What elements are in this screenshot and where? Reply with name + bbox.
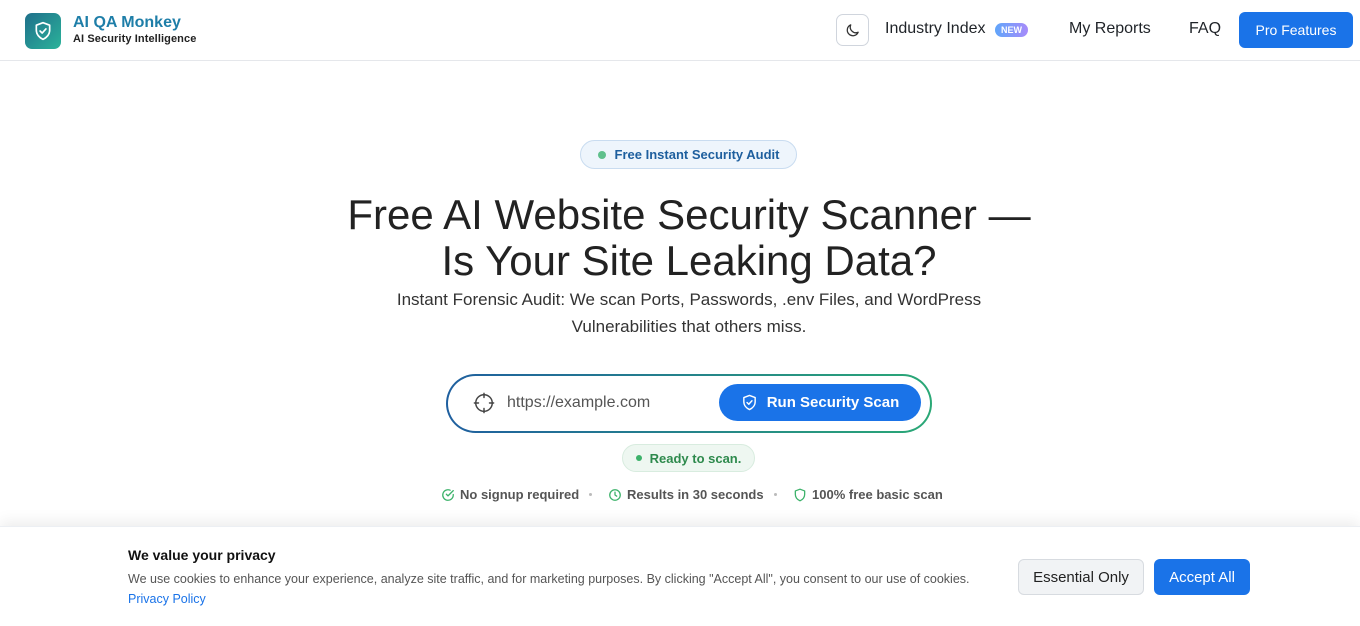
pro-features-button[interactable]: Pro Features bbox=[1239, 12, 1353, 48]
status-dot bbox=[635, 455, 642, 461]
run-scan-label: Run Security Scan bbox=[766, 394, 900, 411]
free-audit-pill: Free Instant Security Audit bbox=[580, 140, 797, 169]
feature-separator bbox=[589, 493, 592, 496]
shield-check-icon bbox=[35, 21, 51, 41]
url-input[interactable] bbox=[507, 391, 707, 415]
brand-title[interactable]: AI QA Monkey bbox=[73, 14, 181, 32]
scan-status: Ready to scan. bbox=[622, 444, 755, 472]
check-circle-icon bbox=[442, 488, 454, 501]
crosshair-icon bbox=[473, 392, 495, 414]
feature-label: No signup required bbox=[460, 487, 580, 502]
theme-toggle-button[interactable] bbox=[836, 14, 869, 46]
essential-only-button[interactable]: Essential Only bbox=[1018, 559, 1144, 595]
shield-icon bbox=[794, 488, 806, 501]
feature-results-time: Results in 30 seconds bbox=[608, 487, 764, 502]
run-security-scan-button[interactable]: Run Security Scan bbox=[719, 384, 921, 421]
nav-my-reports[interactable]: My Reports bbox=[1069, 20, 1151, 38]
cookie-description: We use cookies to enhance your experienc… bbox=[128, 572, 970, 586]
nav-industry-index[interactable]: Industry Index bbox=[885, 20, 986, 38]
site-header: AI QA Monkey AI Security Intelligence In… bbox=[0, 0, 1360, 61]
logo[interactable] bbox=[25, 13, 61, 49]
page-subtitle: Instant Forensic Audit: We scan Ports, P… bbox=[396, 290, 982, 336]
cookie-title: We value your privacy bbox=[128, 547, 276, 563]
clock-icon bbox=[609, 488, 621, 501]
feature-label: Results in 30 seconds bbox=[627, 487, 764, 502]
cookie-banner: We value your privacy We use cookies to … bbox=[0, 526, 1360, 626]
feature-no-signup: No signup required bbox=[441, 487, 579, 502]
moon-icon bbox=[846, 23, 859, 36]
brand-subtitle: AI Security Intelligence bbox=[73, 33, 197, 45]
nav-faq[interactable]: FAQ bbox=[1189, 20, 1221, 38]
pill-label: Free Instant Security Audit bbox=[614, 147, 780, 162]
shield-check-icon bbox=[742, 394, 756, 411]
privacy-policy-link[interactable]: Privacy Policy bbox=[128, 592, 206, 606]
accept-all-button[interactable]: Accept All bbox=[1154, 559, 1250, 595]
feature-label: 100% free basic scan bbox=[812, 487, 943, 502]
cookie-text: We use cookies to enhance your experienc… bbox=[128, 569, 978, 609]
feature-separator bbox=[774, 493, 777, 496]
status-text: Ready to scan. bbox=[649, 450, 742, 466]
feature-free-scan: 100% free basic scan bbox=[793, 487, 943, 502]
new-badge: NEW bbox=[995, 23, 1028, 37]
pill-dot bbox=[597, 150, 606, 159]
page-title: Free AI Website Security Scanner — Is Yo… bbox=[347, 191, 1031, 284]
